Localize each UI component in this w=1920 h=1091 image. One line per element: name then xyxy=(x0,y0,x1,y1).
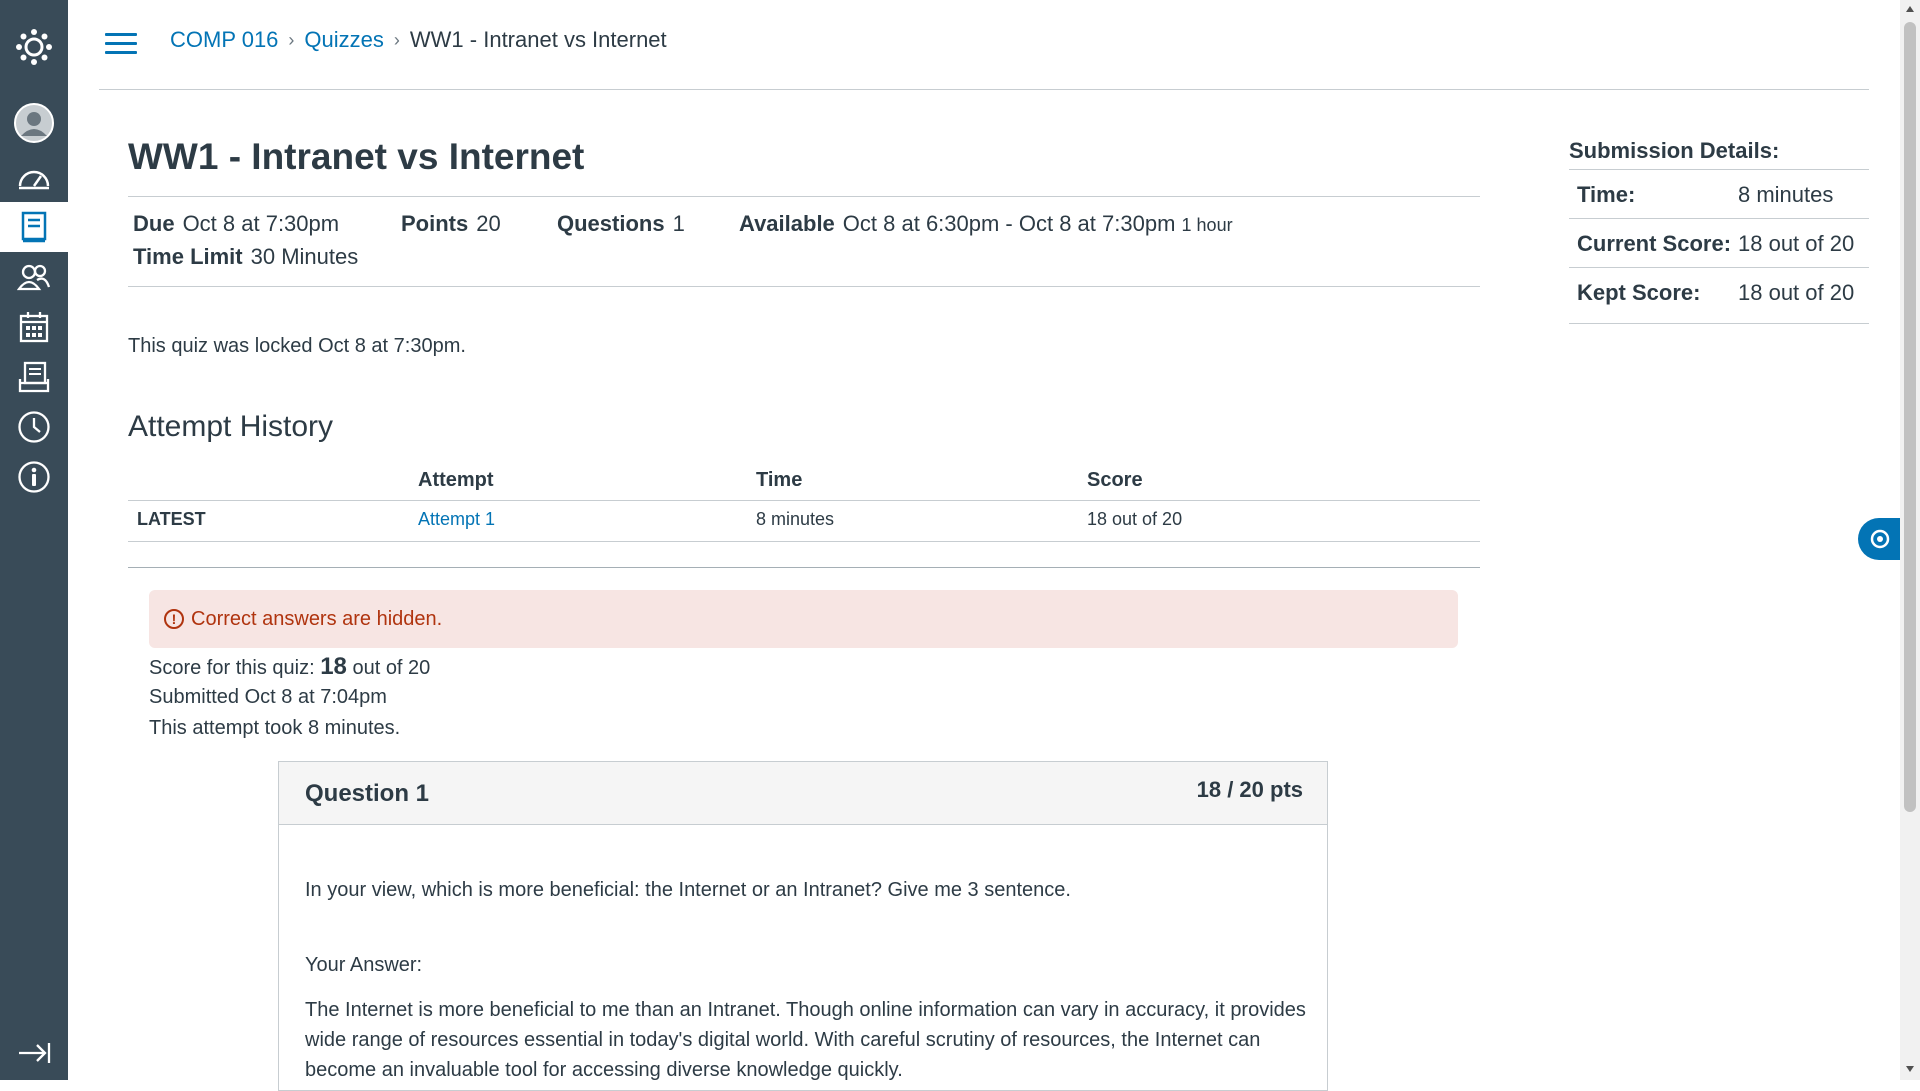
chat-button[interactable] xyxy=(1858,518,1902,560)
detail-label: Current Score: xyxy=(1577,231,1732,256)
attempt-time: 8 minutes xyxy=(756,509,835,529)
question-prompt: In your view, which is more beneficial: … xyxy=(305,879,1071,901)
history-icon[interactable] xyxy=(0,402,68,452)
detail-row: Current Score: 18 out of 20 xyxy=(1569,218,1869,267)
points-label: Points xyxy=(401,211,469,236)
submission-details-heading: Submission Details: xyxy=(1569,138,1780,163)
available-duration: 1 hour xyxy=(1181,215,1233,235)
points-info: Points 20 xyxy=(401,211,501,237)
detail-value: 18 out of 20 xyxy=(1738,280,1855,305)
score-prefix: Score for this quiz: xyxy=(149,657,315,679)
inbox-icon[interactable] xyxy=(0,352,68,402)
scroll-down-icon[interactable] xyxy=(1906,1066,1914,1072)
column-header-time: Time xyxy=(756,469,803,491)
score-value: 18 xyxy=(320,653,347,680)
warning-icon: ! xyxy=(164,609,184,629)
answer-line: become an invaluable tool for accessing … xyxy=(305,1059,903,1081)
calendar-icon[interactable] xyxy=(0,302,68,352)
question-title: Question 1 xyxy=(305,780,430,807)
breadcrumb-course[interactable]: COMP 016 xyxy=(170,27,278,53)
answer-line: wide range of resources essential in tod… xyxy=(305,1029,1261,1051)
column-header-score: Score xyxy=(1087,469,1143,491)
chat-icon xyxy=(1870,529,1890,549)
submitted-time: Submitted Oct 8 at 7:04pm xyxy=(149,686,387,708)
breadcrumb-current: WW1 - Intranet vs Internet xyxy=(409,27,667,52)
divider xyxy=(128,196,1480,197)
latest-tag: LATEST xyxy=(137,509,206,529)
account-icon[interactable] xyxy=(0,98,68,148)
logo-icon[interactable] xyxy=(0,22,68,72)
groups-icon[interactable] xyxy=(0,252,68,302)
page-header: COMP 016 › Quizzes › WW1 - Intranet vs I… xyxy=(99,0,1869,90)
time-limit-info: Time Limit 30 Minutes xyxy=(133,244,358,270)
chevron-right-icon: › xyxy=(393,29,400,50)
due-label: Due xyxy=(133,211,175,236)
time-limit-value: 30 Minutes xyxy=(250,244,359,269)
dashboard-icon[interactable] xyxy=(0,152,68,202)
global-nav xyxy=(0,0,68,1080)
attempt-duration: This attempt took 8 minutes. xyxy=(149,717,401,739)
question-card: Question 1 18 / 20 pts In your view, whi… xyxy=(278,761,1328,1091)
answer-line: The Internet is more beneficial to me th… xyxy=(305,999,1306,1021)
detail-label: Time: xyxy=(1577,182,1636,207)
questions-info: Questions 1 xyxy=(557,211,685,237)
breadcrumb-quizzes[interactable]: Quizzes xyxy=(304,27,383,53)
divider xyxy=(128,541,1480,542)
divider xyxy=(128,286,1480,287)
attempt-link[interactable]: Attempt 1 xyxy=(418,509,495,530)
divider xyxy=(128,567,1480,568)
time-limit-label: Time Limit xyxy=(133,244,243,269)
page-title: WW1 - Intranet vs Internet xyxy=(128,136,585,177)
quiz-score-line: Score for this quiz: 18 out of 20 xyxy=(149,653,430,681)
divider xyxy=(128,500,1480,501)
question-header: Question 1 18 / 20 pts xyxy=(279,762,1327,825)
courses-icon[interactable] xyxy=(0,202,68,252)
answers-hidden-alert: ! Correct answers are hidden. xyxy=(149,590,1458,648)
detail-value: 8 minutes xyxy=(1738,182,1834,207)
detail-label: Kept Score: xyxy=(1577,280,1701,305)
detail-value: 18 out of 20 xyxy=(1738,231,1855,256)
available-value: Oct 8 at 6:30pm - Oct 8 at 7:30pm xyxy=(842,211,1176,236)
help-icon[interactable] xyxy=(0,452,68,502)
questions-label: Questions xyxy=(557,211,665,236)
alert-text: Correct answers are hidden. xyxy=(191,607,443,630)
points-value: 20 xyxy=(476,211,501,236)
breadcrumb: COMP 016 › Quizzes › WW1 - Intranet vs I… xyxy=(170,27,667,53)
menu-toggle-icon[interactable] xyxy=(105,33,137,57)
question-points: 18 / 20 pts xyxy=(1196,777,1303,802)
detail-row: Kept Score: 18 out of 20 xyxy=(1569,267,1869,316)
detail-row: Time: 8 minutes xyxy=(1569,169,1869,218)
chevron-right-icon: › xyxy=(288,29,295,50)
score-suffix: out of 20 xyxy=(352,657,431,679)
due-info: Due Oct 8 at 7:30pm xyxy=(133,211,339,237)
scroll-thumb[interactable] xyxy=(1904,22,1916,812)
column-header-attempt: Attempt xyxy=(418,469,494,491)
attempt-score: 18 out of 20 xyxy=(1087,509,1183,529)
locked-message: This quiz was locked Oct 8 at 7:30pm. xyxy=(128,335,466,357)
attempt-history-heading: Attempt History xyxy=(128,410,334,443)
collapse-nav-icon[interactable] xyxy=(0,1028,68,1078)
scroll-up-icon[interactable] xyxy=(1906,6,1914,12)
answer-label: Your Answer: xyxy=(305,954,423,976)
page-scrollbar[interactable] xyxy=(1900,0,1920,1080)
available-label: Available xyxy=(739,211,835,236)
available-info: Available Oct 8 at 6:30pm - Oct 8 at 7:30… xyxy=(739,211,1233,237)
divider xyxy=(1569,323,1869,324)
questions-value: 1 xyxy=(672,211,685,236)
due-value: Oct 8 at 7:30pm xyxy=(182,211,340,236)
